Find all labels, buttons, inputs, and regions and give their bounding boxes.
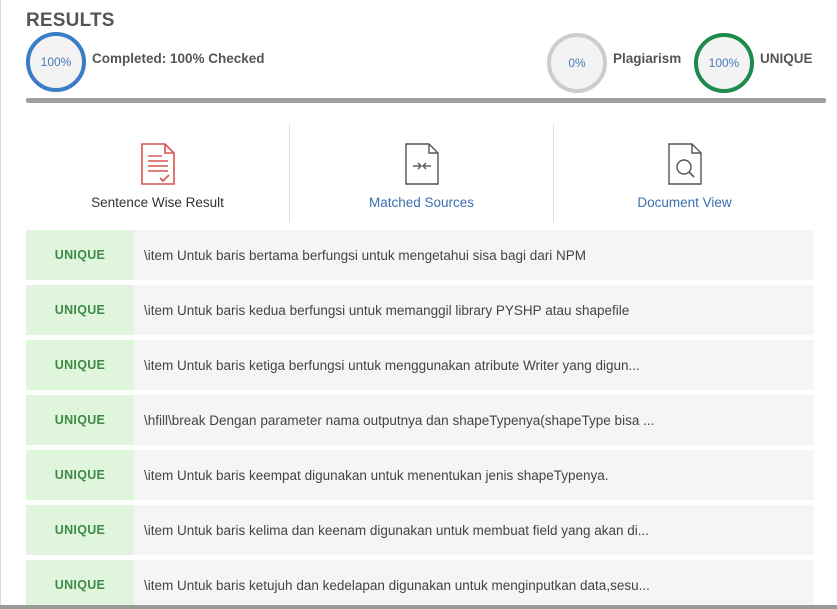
header-divider: [26, 98, 826, 103]
tab-label: Document View: [637, 195, 732, 210]
unique-label: UNIQUE: [760, 51, 813, 66]
left-border: [0, 0, 1, 609]
tab-matched-sources[interactable]: Matched Sources: [290, 124, 553, 224]
plagiarism-label: Plagiarism: [613, 51, 682, 66]
tab-label: Matched Sources: [368, 195, 475, 210]
document-check-icon: [140, 143, 175, 185]
unique-status-badge: UNIQUE: [26, 505, 134, 555]
page-title: RESULTS: [26, 10, 115, 31]
result-row[interactable]: UNIQUE \item Untuk baris keempat digunak…: [26, 450, 814, 500]
sentence-text: \item Untuk baris ketiga berfungsi untuk…: [144, 357, 640, 373]
sentence-text: \item Untuk baris kedua berfungsi untuk …: [144, 302, 630, 318]
unique-status-badge: UNIQUE: [26, 450, 134, 500]
document-search-icon: [667, 143, 702, 185]
tab-sentence-wise-result[interactable]: Sentence Wise Result: [26, 124, 289, 224]
document-compare-icon: [404, 143, 439, 185]
sentence-text: \item Untuk baris kelima dan keenam digu…: [144, 522, 650, 538]
result-row[interactable]: UNIQUE \item Untuk baris ketujuh dan ked…: [26, 560, 814, 609]
completed-percent: 100%: [40, 55, 72, 69]
tab-label: Sentence Wise Result: [91, 195, 224, 210]
result-row[interactable]: UNIQUE \item Untuk baris ketiga berfungs…: [26, 340, 814, 390]
sentence-results-list: UNIQUE \item Untuk baris bertama berfung…: [26, 230, 814, 609]
completed-label: Completed: 100% Checked: [92, 51, 265, 66]
unique-status-badge: UNIQUE: [26, 395, 134, 445]
result-row[interactable]: UNIQUE \item Untuk baris kelima dan keen…: [26, 505, 814, 555]
result-row[interactable]: UNIQUE \item Untuk baris bertama berfung…: [26, 230, 814, 280]
bottom-border: [0, 605, 837, 609]
unique-status-badge: UNIQUE: [26, 230, 134, 280]
result-row[interactable]: UNIQUE \hfill\break Dengan parameter nam…: [26, 395, 814, 445]
unique-status-badge: UNIQUE: [26, 285, 134, 335]
unique-status-badge: UNIQUE: [26, 560, 134, 609]
completed-progress-ring: 100%: [26, 32, 86, 92]
sentence-text: \hfill\break Dengan parameter nama outpu…: [144, 412, 655, 428]
tab-document-view[interactable]: Document View: [554, 124, 815, 224]
sentence-text: \item Untuk baris ketujuh dan kedelapan …: [144, 577, 650, 593]
unique-percent: 100%: [708, 56, 740, 70]
result-row[interactable]: UNIQUE \item Untuk baris kedua berfungsi…: [26, 285, 814, 335]
unique-status-badge: UNIQUE: [26, 340, 134, 390]
result-tabs: Sentence Wise Result Matched Sources Doc…: [26, 124, 815, 224]
plagiarism-ring: 0%: [547, 33, 607, 93]
unique-ring: 100%: [694, 33, 754, 93]
plagiarism-percent: 0%: [568, 56, 586, 70]
sentence-text: \item Untuk baris keempat digunakan untu…: [144, 467, 609, 483]
sentence-text: \item Untuk baris bertama berfungsi untu…: [144, 247, 586, 263]
